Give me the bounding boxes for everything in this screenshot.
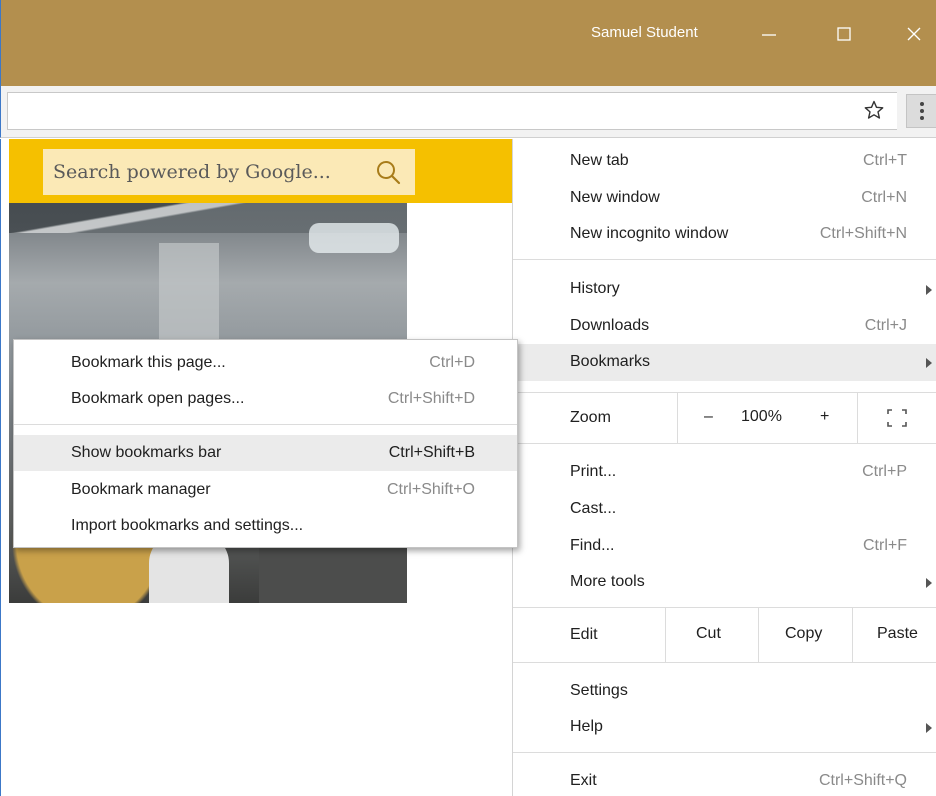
submenu-arrow-icon xyxy=(926,285,932,295)
menu-item-label: Help xyxy=(570,718,603,735)
menu-item-new-tab[interactable]: New tab Ctrl+T xyxy=(513,143,936,180)
paste-label: Paste xyxy=(877,625,918,642)
menu-item-label: More tools xyxy=(570,573,645,590)
menu-item-find[interactable]: Find... Ctrl+F xyxy=(513,528,936,565)
zoom-out-button[interactable]: – xyxy=(704,408,713,426)
import-bookmarks-item[interactable]: Import bookmarks and settings... xyxy=(14,508,517,544)
menu-item-label: New incognito window xyxy=(570,225,729,242)
menu-item-downloads[interactable]: Downloads Ctrl+J xyxy=(513,308,936,345)
menu-item-shortcut: Ctrl+F xyxy=(863,537,907,554)
zoom-in-button[interactable]: + xyxy=(820,408,829,426)
three-dot-menu-icon xyxy=(919,109,924,113)
menu-item-shortcut: Ctrl+Shift+B xyxy=(388,444,475,461)
edit-row: Edit Cut Copy Paste xyxy=(513,608,936,662)
menu-item-shortcut: Ctrl+T xyxy=(863,152,907,169)
menu-separator xyxy=(513,259,936,260)
address-bar[interactable] xyxy=(7,92,897,130)
bookmark-this-page-item[interactable]: Bookmark this page... Ctrl+D xyxy=(14,345,517,381)
menu-item-help[interactable]: Help xyxy=(513,709,936,746)
zoom-level: 100% xyxy=(741,408,782,425)
menu-separator xyxy=(513,752,936,753)
menu-item-bookmarks[interactable]: Bookmarks xyxy=(513,344,936,381)
paste-button[interactable]: Paste xyxy=(852,608,936,662)
minimize-button[interactable] xyxy=(746,14,792,54)
maximize-icon xyxy=(837,27,851,41)
site-header-band: Search powered by Google... xyxy=(9,139,514,203)
zoom-row: Zoom – 100% + xyxy=(513,393,936,443)
edit-label: Edit xyxy=(570,626,598,643)
cut-button[interactable]: Cut xyxy=(665,608,758,662)
submenu-arrow-icon xyxy=(926,578,932,588)
close-icon xyxy=(907,27,921,41)
menu-item-shortcut: Ctrl+D xyxy=(429,354,475,371)
menu-item-shortcut: Ctrl+Shift+Q xyxy=(818,772,907,789)
menu-item-shortcut: Ctrl+Shift+N xyxy=(819,225,907,242)
menu-separator xyxy=(513,662,936,663)
bookmark-star-button[interactable] xyxy=(859,95,889,125)
submenu-arrow-icon xyxy=(926,358,932,368)
menu-item-label: Import bookmarks and settings... xyxy=(71,517,304,534)
chrome-menu-button[interactable] xyxy=(906,94,936,128)
site-search-box[interactable]: Search powered by Google... xyxy=(43,149,415,195)
menu-item-cast[interactable]: Cast... xyxy=(513,491,936,528)
menu-item-shortcut: Ctrl+N xyxy=(861,189,907,206)
menu-item-label: Find... xyxy=(570,537,615,554)
bookmarks-submenu: Bookmark this page... Ctrl+D Bookmark op… xyxy=(13,339,518,548)
menu-item-label: New window xyxy=(570,189,660,206)
title-bar: Samuel Student xyxy=(0,0,936,86)
menu-item-print[interactable]: Print... Ctrl+P xyxy=(513,454,936,491)
menu-item-label: Settings xyxy=(570,682,628,699)
minimize-icon xyxy=(762,34,776,36)
menu-item-shortcut: Ctrl+Shift+D xyxy=(387,390,475,407)
fullscreen-button[interactable] xyxy=(857,393,936,443)
fullscreen-icon xyxy=(887,409,907,427)
menu-item-shortcut: Ctrl+Shift+O xyxy=(386,481,475,498)
three-dot-menu-icon xyxy=(919,116,924,120)
copy-label: Copy xyxy=(785,625,823,642)
menu-item-label: Exit xyxy=(570,772,597,789)
close-button[interactable] xyxy=(891,14,936,54)
menu-item-exit[interactable]: Exit Ctrl+Shift+Q xyxy=(513,763,936,796)
cut-label: Cut xyxy=(696,625,721,642)
menu-item-label: History xyxy=(570,280,620,297)
menu-item-shortcut: Ctrl+J xyxy=(864,317,907,334)
menu-item-label: Show bookmarks bar xyxy=(71,444,222,461)
maximize-button[interactable] xyxy=(821,14,867,54)
menu-separator xyxy=(14,424,517,425)
show-bookmarks-bar-item[interactable]: Show bookmarks bar Ctrl+Shift+B xyxy=(14,435,517,471)
menu-item-label: Bookmark this page... xyxy=(71,354,226,371)
copy-button[interactable]: Copy xyxy=(758,608,852,662)
profile-name[interactable]: Samuel Student xyxy=(591,24,698,41)
menu-item-shortcut: Ctrl+P xyxy=(862,463,907,480)
menu-separator xyxy=(513,443,936,444)
browser-toolbar xyxy=(0,86,936,138)
chrome-main-menu: New tab Ctrl+T New window Ctrl+N New inc… xyxy=(512,139,936,796)
menu-item-label: Bookmark open pages... xyxy=(71,390,245,407)
menu-item-more-tools[interactable]: More tools xyxy=(513,564,936,601)
menu-item-settings[interactable]: Settings xyxy=(513,673,936,710)
menu-item-label: Bookmark manager xyxy=(71,481,211,498)
menu-item-new-window[interactable]: New window Ctrl+N xyxy=(513,180,936,217)
bookmark-open-pages-item[interactable]: Bookmark open pages... Ctrl+Shift+D xyxy=(14,381,517,417)
bookmark-manager-item[interactable]: Bookmark manager Ctrl+Shift+O xyxy=(14,472,517,508)
zoom-label: Zoom xyxy=(570,409,611,426)
search-icon[interactable] xyxy=(375,159,401,185)
zoom-controls: – 100% + xyxy=(677,393,857,443)
star-icon xyxy=(864,100,884,119)
menu-item-label: New tab xyxy=(570,152,629,169)
three-dot-menu-icon xyxy=(919,102,924,106)
menu-item-history[interactable]: History xyxy=(513,271,936,308)
submenu-arrow-icon xyxy=(926,723,932,733)
menu-item-label: Downloads xyxy=(570,317,650,334)
menu-item-label: Print... xyxy=(570,463,617,480)
menu-item-new-incognito-window[interactable]: New incognito window Ctrl+Shift+N xyxy=(513,216,936,253)
search-placeholder: Search powered by Google... xyxy=(53,161,331,183)
menu-item-label: Bookmarks xyxy=(570,353,651,370)
menu-item-label: Cast... xyxy=(570,500,617,517)
